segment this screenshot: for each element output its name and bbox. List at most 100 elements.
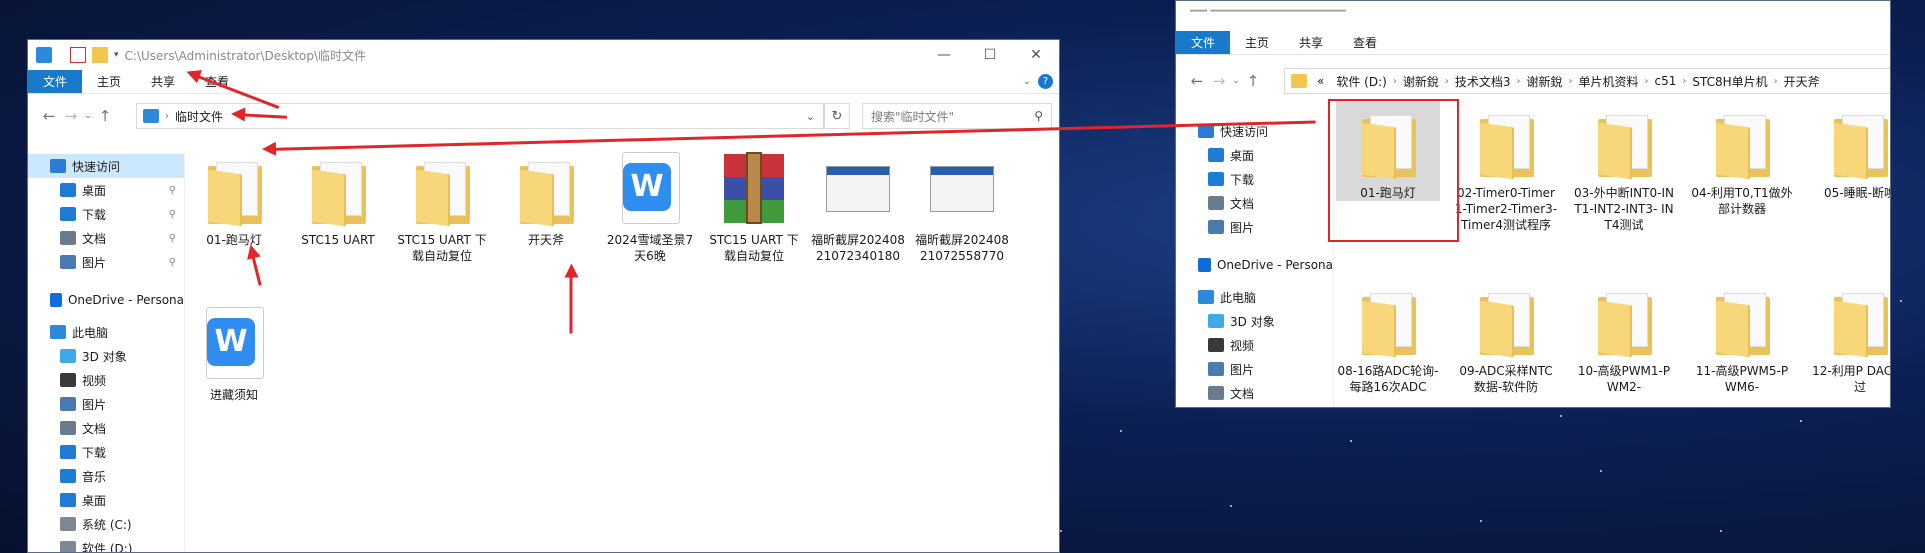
sidebar-item[interactable]: 图片 — [1176, 357, 1333, 381]
breadcrumb-item[interactable]: 开天斧 — [1784, 73, 1820, 90]
sidebar-item-label: 桌面 — [1230, 148, 1255, 163]
new-folder-icon[interactable] — [92, 47, 108, 63]
refresh-button[interactable]: ↻ — [824, 103, 850, 129]
sidebar-item[interactable]: 视频 — [28, 368, 184, 392]
breadcrumb-item[interactable]: 技术文档3 — [1455, 73, 1511, 90]
file-item[interactable]: 11-高级PWM5-PWM6- — [1690, 279, 1794, 395]
address-dropdown-icon[interactable]: ⌄ — [806, 110, 815, 123]
expand-ribbon-icon[interactable]: ⌄ — [1023, 76, 1031, 87]
sidebar-item[interactable]: 图片 — [28, 392, 184, 416]
drive-icon — [60, 541, 76, 552]
sidebar-item[interactable]: 此电脑 — [28, 320, 184, 344]
help-icon[interactable]: ? — [1038, 74, 1053, 89]
desktop-icon — [60, 493, 76, 507]
sidebar-item[interactable]: 此电脑 — [1176, 285, 1333, 309]
address-bar[interactable]: « 软件 (D:) › 谢新銳 › 技术文档3 › 谢新銳 › 单片机资料 › c51 › STC8H单片… — [1284, 68, 1890, 94]
chevron-right-icon[interactable]: › — [1445, 76, 1449, 87]
file-item[interactable]: 08-16路ADC轮询-每路16次ADC — [1336, 279, 1440, 395]
sidebar-item[interactable]: OneDrive - Persona — [28, 288, 184, 312]
computer-icon — [36, 47, 52, 63]
file-item[interactable]: W 进藏须知 — [186, 303, 282, 403]
up-button[interactable]: ↑ — [94, 105, 116, 127]
file-item[interactable]: STC15 UART — [290, 148, 386, 248]
sidebar-item[interactable]: 3D 对象 — [28, 344, 184, 368]
breadcrumb-item[interactable]: 软件 (D:) — [1336, 73, 1386, 90]
sidebar-item[interactable]: 图片 ⚲ — [28, 250, 184, 274]
file-name: 福昕截屏20240821072340180 — [811, 233, 905, 263]
chevron-down-icon[interactable]: ▾ — [114, 50, 119, 60]
sidebar-item[interactable]: 快速访问 — [28, 154, 184, 178]
recent-locations-button[interactable]: ⌄ — [82, 105, 94, 127]
sidebar-item[interactable]: 桌面 — [28, 488, 184, 512]
sidebar-item[interactable]: 文档 ⚲ — [28, 226, 184, 250]
sidebar-item[interactable]: 文档 — [1176, 191, 1333, 215]
file-item[interactable]: STC15 UART 下载自动复位 — [706, 148, 802, 264]
file-item[interactable]: 开天斧 — [498, 148, 594, 248]
file-item[interactable]: 03-外中断INT0-INT1-INT2-INT3- INT4测试 — [1572, 101, 1676, 233]
sidebar-item[interactable]: 下载 ⚲ — [28, 202, 184, 226]
sidebar-item[interactable]: 下载 — [28, 440, 184, 464]
sidebar-item[interactable]: 文档 — [1176, 381, 1333, 405]
file-item[interactable]: 10-高级PWM1-PWM2- — [1572, 279, 1676, 395]
sidebar-item[interactable]: OneDrive - Persona — [1176, 253, 1333, 277]
sidebar-item[interactable]: 桌面 — [1176, 143, 1333, 167]
file-item[interactable]: 福昕截屏20240821072558770 — [914, 148, 1010, 264]
breadcrumb-item[interactable]: 谢新銳 — [1526, 73, 1562, 90]
file-item[interactable]: 02-Timer0-Timer1-Timer2-Timer3-Timer4测试程… — [1454, 101, 1558, 233]
tab-file[interactable]: 文件 — [1176, 31, 1231, 54]
search-icon[interactable]: ⚲ — [1034, 109, 1043, 123]
file-item[interactable]: 04-利用T0,T1做外部计数器 — [1690, 101, 1794, 217]
file-item[interactable]: 福昕截屏20240821072340180 — [810, 148, 906, 264]
sidebar-item-label: 文档 — [82, 231, 107, 246]
chevron-right-icon[interactable]: › — [1516, 76, 1520, 87]
chevron-right-icon[interactable]: › — [1774, 76, 1778, 87]
sidebar-item[interactable]: 图片 — [1176, 215, 1333, 239]
recent-locations-button[interactable]: ⌄ — [1230, 70, 1242, 92]
search-input[interactable]: 搜索"临时文件" ⚲ — [862, 103, 1052, 129]
breadcrumb-item[interactable]: c51 — [1655, 74, 1677, 88]
sidebar-item-label: OneDrive - Persona — [67, 293, 184, 307]
file-item[interactable]: 12-利用P DAC 通过 — [1808, 279, 1890, 395]
file-item[interactable]: STC15 UART 下载自动复位 — [394, 148, 490, 264]
tab-home[interactable]: 主页 — [82, 70, 136, 93]
file-item[interactable]: 05-睡眠-断唤 — [1808, 101, 1890, 201]
file-item[interactable]: 09-ADC采样NTC数据-软件防 — [1454, 279, 1558, 395]
chevron-right-icon[interactable]: › — [1393, 76, 1397, 87]
forward-button[interactable]: → — [1208, 70, 1230, 92]
forward-button[interactable]: → — [60, 105, 82, 127]
tab-share[interactable]: 共享 — [136, 70, 190, 93]
file-item[interactable]: 01-跑马灯 — [186, 148, 282, 248]
breadcrumb-item[interactable]: 谢新銳 — [1403, 73, 1439, 90]
breadcrumb-item[interactable]: 临时文件 — [175, 108, 223, 125]
chevron-right-icon[interactable]: › — [1682, 76, 1686, 87]
file-item[interactable]: W 2024雪域圣景7天6晚 — [602, 148, 698, 264]
tab-file[interactable]: 文件 — [28, 70, 83, 93]
desktop-icon — [60, 183, 76, 197]
sidebar-item[interactable]: 音乐 — [28, 464, 184, 488]
up-button[interactable]: ↑ — [1242, 70, 1264, 92]
sidebar-item[interactable]: 系统 (C:) — [28, 512, 184, 536]
tab-view[interactable]: 查看 — [1338, 31, 1392, 54]
minimize-button[interactable]: — — [921, 40, 967, 70]
breadcrumb-item[interactable]: 单片机资料 — [1578, 73, 1638, 90]
chevron-right-icon[interactable]: › — [1645, 76, 1649, 87]
sidebar-item[interactable]: 3D 对象 — [1176, 309, 1333, 333]
breadcrumb-item[interactable]: STC8H单片机 — [1692, 73, 1767, 90]
back-button[interactable]: ← — [38, 105, 60, 127]
close-button[interactable]: ✕ — [1013, 40, 1059, 70]
properties-icon[interactable] — [70, 47, 86, 63]
tab-home[interactable]: 主页 — [1230, 31, 1284, 54]
chevron-right-icon[interactable]: › — [1568, 76, 1572, 87]
sidebar-item[interactable]: 文档 — [28, 416, 184, 440]
sidebar-item[interactable]: 下载 — [1176, 167, 1333, 191]
window-title-path: C:\Users\Administrator\Desktop\临时文件 — [124, 48, 367, 63]
maximize-button[interactable]: ☐ — [967, 40, 1013, 70]
sidebar-item-label: 软件 (D:) — [82, 541, 133, 553]
sidebar-item[interactable]: 下载 — [1176, 405, 1333, 407]
breadcrumb-item[interactable]: « — [1317, 74, 1324, 88]
back-button[interactable]: ← — [1186, 70, 1208, 92]
tab-share[interactable]: 共享 — [1284, 31, 1338, 54]
sidebar-item[interactable]: 桌面 ⚲ — [28, 178, 184, 202]
sidebar-item[interactable]: 软件 (D:) — [28, 536, 184, 552]
sidebar-item[interactable]: 视频 — [1176, 333, 1333, 357]
